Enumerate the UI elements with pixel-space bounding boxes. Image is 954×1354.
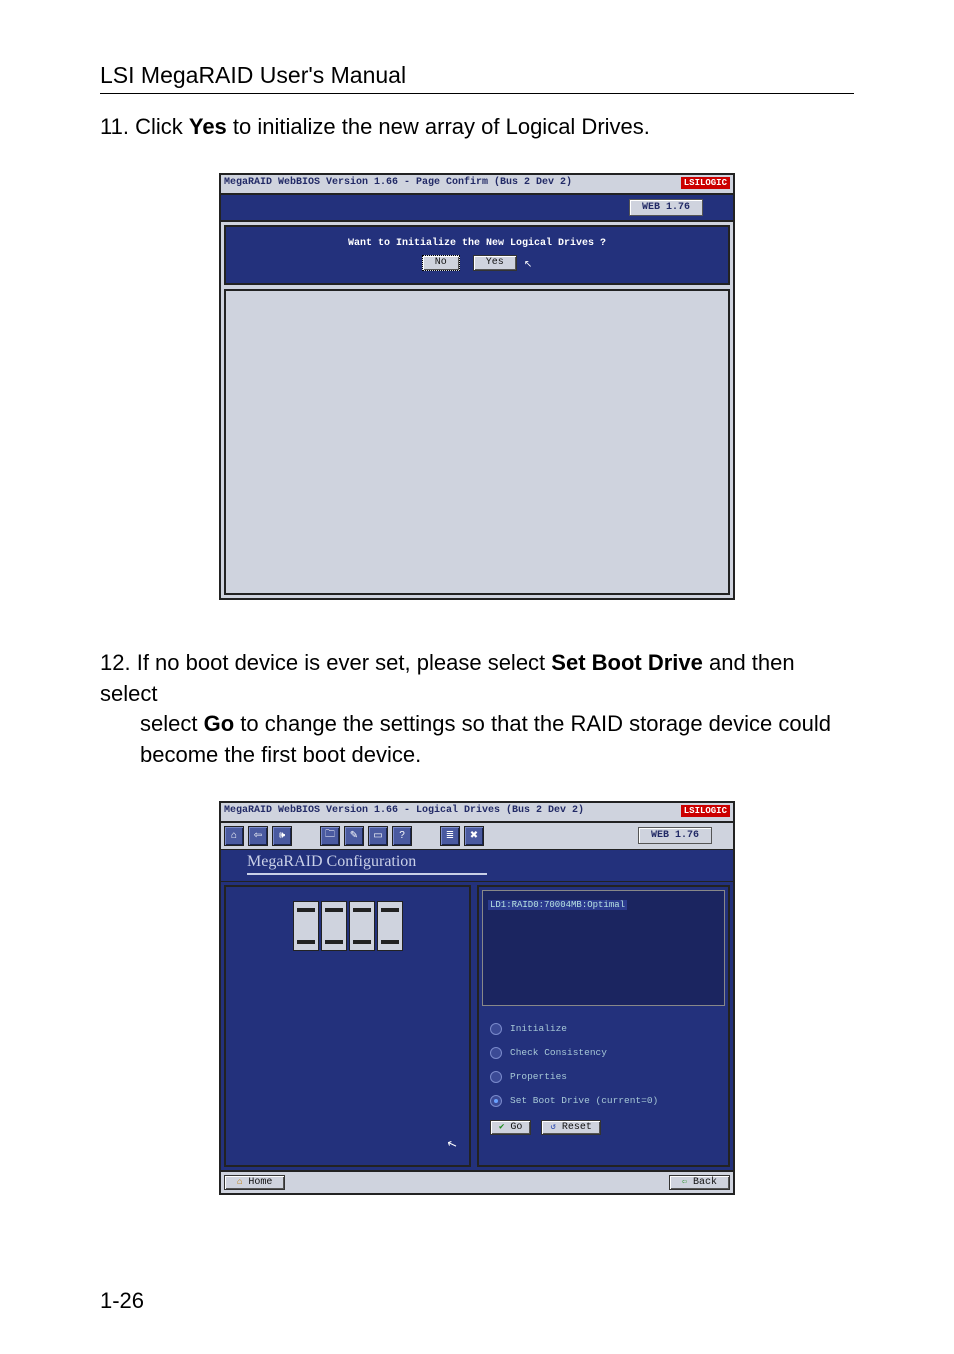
step-11: 11. Click Yes to initialize the new arra…: [100, 112, 854, 143]
toolbar-folder-icon[interactable]: 🗀: [320, 826, 340, 846]
shot1-titlebar: MegaRAID WebBIOS Version 1.66 - Page Con…: [221, 175, 733, 193]
config-label: MegaRAID Configuration: [247, 853, 733, 871]
footer-bar: ⌂ Home ⇦ Back: [221, 1170, 733, 1193]
config-label-bar: MegaRAID Configuration: [221, 849, 733, 881]
logical-drive-entry[interactable]: LD1:RAID0:70004MB:Optimal: [488, 900, 627, 910]
shot1-badge-row: WEB 1.76: [221, 193, 733, 220]
header-rule: [100, 93, 854, 94]
step-11-yes: Yes: [189, 114, 227, 139]
toolbar-back-icon[interactable]: ⇦: [248, 826, 268, 846]
lsi-logo: LSILOGIC: [681, 177, 730, 189]
confirm-question: Want to Initialize the New Logical Drive…: [348, 238, 606, 249]
shot1-title: MegaRAID WebBIOS Version 1.66 - Page Con…: [224, 177, 572, 188]
logical-drive-list[interactable]: LD1:RAID0:70004MB:Optimal: [482, 890, 725, 1006]
radio-check-label: Check Consistency: [510, 1047, 607, 1058]
yes-button[interactable]: Yes: [473, 255, 517, 271]
toolbar-home-icon[interactable]: ⌂: [224, 826, 244, 846]
radio-dot-icon: [490, 1023, 502, 1035]
step-12-set-boot: Set Boot Drive: [551, 650, 703, 675]
chip-graphic: [293, 901, 403, 951]
shot1-empty-panel: [224, 289, 730, 595]
go-glyph-icon: ✔: [499, 1122, 504, 1132]
confirm-panel: Want to Initialize the New Logical Drive…: [224, 225, 730, 285]
lsi-logo-2: LSILOGIC: [681, 805, 730, 817]
toolbar: ⌂ ⇦ 🕪 🗀 ✎ ▭ ? ≣ ✖ WEB 1.76: [221, 821, 733, 849]
step-11-text-c: to initialize the new array of Logical D…: [227, 114, 650, 139]
radio-setboot-label: Set Boot Drive (current=0): [510, 1095, 658, 1106]
radio-properties-label: Properties: [510, 1071, 567, 1082]
go-button-label: Go: [510, 1122, 522, 1133]
toolbar-tool-icon[interactable]: ✎: [344, 826, 364, 846]
radio-initialize[interactable]: Initialize: [482, 1018, 725, 1040]
web-version-badge-2: WEB 1.76: [638, 827, 712, 844]
page-header: LSI MegaRAID User's Manual: [100, 62, 854, 89]
right-pane: LD1:RAID0:70004MB:Optimal Initialize Che…: [477, 885, 730, 1167]
reset-glyph-icon: ↺: [550, 1122, 555, 1132]
radio-initialize-label: Initialize: [510, 1023, 567, 1034]
radio-dot-icon-selected: [490, 1095, 502, 1107]
toolbar-help-icon[interactable]: ?: [392, 826, 412, 846]
step-11-number: 11.: [100, 114, 129, 139]
shot2-title: MegaRAID WebBIOS Version 1.66 - Logical …: [224, 805, 584, 816]
step-12: 12. If no boot device is ever set, pleas…: [100, 648, 854, 771]
no-button[interactable]: No: [422, 255, 460, 271]
web-version-badge: WEB 1.76: [629, 199, 703, 216]
home-button-label: Home: [248, 1177, 272, 1188]
step-11-text-a: Click: [135, 114, 189, 139]
reset-button-label: Reset: [562, 1122, 592, 1133]
cursor-icon: ↖: [524, 259, 532, 270]
go-button[interactable]: ✔ Go: [490, 1120, 531, 1135]
toolbar-speaker-icon[interactable]: 🕪: [272, 826, 292, 846]
step-12-text-d-pre: select: [140, 711, 204, 736]
radio-properties[interactable]: Properties: [482, 1066, 725, 1088]
home-button[interactable]: ⌂ Home: [224, 1175, 285, 1190]
toolbar-window-icon[interactable]: ▭: [368, 826, 388, 846]
screenshot-page-confirm: MegaRAID WebBIOS Version 1.66 - Page Con…: [219, 173, 735, 600]
left-pane: ↖: [224, 885, 471, 1167]
step-12-go: Go: [204, 711, 235, 736]
shot2-titlebar: MegaRAID WebBIOS Version 1.66 - Logical …: [221, 803, 733, 821]
back-button[interactable]: ⇦ Back: [669, 1175, 730, 1190]
config-underline: [247, 873, 733, 875]
screenshot-logical-drives: MegaRAID WebBIOS Version 1.66 - Logical …: [219, 801, 735, 1195]
step-12-number: 12.: [100, 650, 131, 675]
reset-button[interactable]: ↺ Reset: [541, 1120, 600, 1135]
radio-set-boot-drive[interactable]: Set Boot Drive (current=0): [482, 1090, 725, 1112]
back-footer-icon: ⇦: [682, 1177, 687, 1187]
home-footer-icon: ⌂: [237, 1177, 242, 1187]
page-number: 1-26: [100, 1288, 144, 1314]
step-12-text-a: If no boot device is ever set, please se…: [137, 650, 552, 675]
radio-check-consistency[interactable]: Check Consistency: [482, 1042, 725, 1064]
toolbar-script-icon[interactable]: ≣: [440, 826, 460, 846]
radio-dot-icon: [490, 1071, 502, 1083]
cursor-icon-2: ↖: [445, 1136, 459, 1153]
back-button-label: Back: [693, 1177, 717, 1188]
toolbar-exit-icon[interactable]: ✖: [464, 826, 484, 846]
step-12-text-e: to change the settings so that the RAID …: [140, 711, 831, 767]
radio-dot-icon: [490, 1047, 502, 1059]
